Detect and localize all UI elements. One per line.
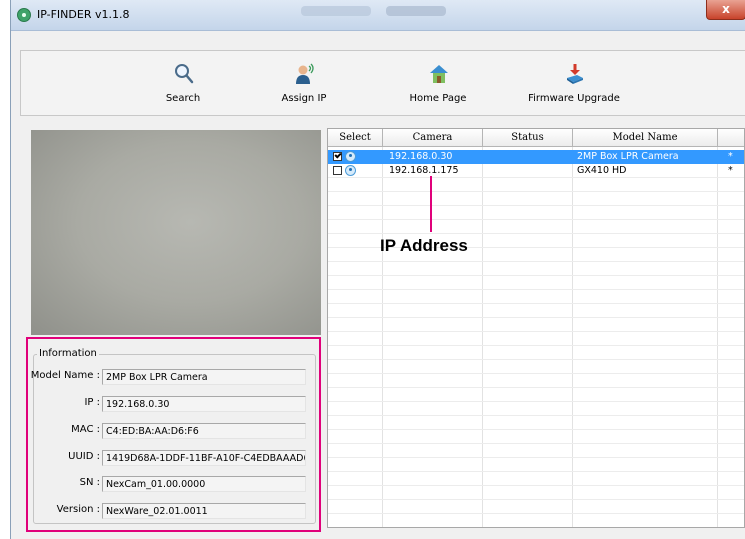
- information-highlight: [26, 337, 321, 532]
- row-line: [328, 429, 744, 430]
- row-line: [328, 485, 744, 486]
- camera-icon: [345, 165, 356, 176]
- toolbar: Search Assign IP Home Page Firmware Upgr…: [20, 50, 745, 116]
- search-icon: [175, 64, 194, 84]
- column-header-model-name[interactable]: Model Name: [573, 129, 718, 147]
- table-row[interactable]: 192.168.0.30 2MP Box LPR Camera *: [328, 150, 744, 164]
- camera-image: [31, 130, 321, 335]
- assign-ip-label: Assign IP: [281, 93, 327, 104]
- row-line: [328, 373, 744, 374]
- camera-model: 2MP Box LPR Camera: [577, 151, 679, 162]
- title-bar[interactable]: IP-FINDER v1.1.8 x: [11, 0, 745, 31]
- row-line: [328, 457, 744, 458]
- row-mark: *: [728, 165, 733, 176]
- camera-model: GX410 HD: [577, 165, 627, 176]
- row-line: [328, 387, 744, 388]
- row-line: [328, 345, 744, 346]
- ip-address-pointer: [430, 176, 432, 232]
- assign-ip-button[interactable]: Assign IP: [259, 51, 349, 115]
- row-line: [328, 359, 744, 360]
- close-button[interactable]: x: [706, 0, 745, 20]
- row-line: [328, 205, 744, 206]
- home-page-label: Home Page: [409, 93, 467, 104]
- ip-address-annotation: IP Address: [380, 236, 468, 255]
- row-line: [328, 191, 744, 192]
- row-line: [328, 303, 744, 304]
- camera-ip: 192.168.0.30: [389, 151, 453, 162]
- firmware-upgrade-icon: [567, 64, 583, 84]
- search-label: Search: [165, 93, 201, 104]
- search-button[interactable]: Search: [138, 51, 228, 115]
- title-bar-blur: [301, 6, 371, 16]
- row-line: [328, 527, 745, 528]
- home-icon: [430, 65, 448, 83]
- row-line: [328, 415, 744, 416]
- assign-ip-icon: [296, 63, 314, 84]
- title-bar-blur: [386, 6, 446, 16]
- row-line: [328, 261, 744, 262]
- home-page-button[interactable]: Home Page: [393, 51, 483, 115]
- row-line: [328, 471, 744, 472]
- row-line: [328, 401, 744, 402]
- row-line: [328, 219, 744, 220]
- close-icon: x: [722, 2, 730, 16]
- row-line: [328, 331, 744, 332]
- app-icon: [17, 8, 31, 22]
- select-checkbox[interactable]: [333, 166, 342, 175]
- table-row[interactable]: 192.168.1.175 GX410 HD *: [328, 164, 744, 178]
- row-line: [328, 275, 744, 276]
- row-line: [328, 443, 744, 444]
- row-line: [328, 289, 744, 290]
- column-header-camera[interactable]: Camera: [383, 129, 483, 147]
- camera-preview: [31, 130, 321, 335]
- column-header-extra: [718, 129, 744, 147]
- column-header-status[interactable]: Status: [483, 129, 573, 147]
- row-line: [328, 317, 744, 318]
- column-header-select[interactable]: Select: [328, 129, 383, 147]
- row-line: [328, 233, 744, 234]
- camera-list: Select Camera Status Model Name 192.168.…: [327, 128, 745, 528]
- select-checkbox[interactable]: [333, 152, 342, 161]
- row-mark: *: [728, 151, 733, 162]
- row-line: [328, 513, 744, 514]
- camera-ip: 192.168.1.175: [389, 165, 459, 176]
- row-line: [328, 499, 744, 500]
- firmware-upgrade-button[interactable]: Firmware Upgrade: [528, 51, 620, 115]
- window-title: IP-FINDER v1.1.8: [37, 8, 130, 21]
- camera-icon: [345, 151, 356, 162]
- firmware-upgrade-label: Firmware Upgrade: [528, 93, 620, 104]
